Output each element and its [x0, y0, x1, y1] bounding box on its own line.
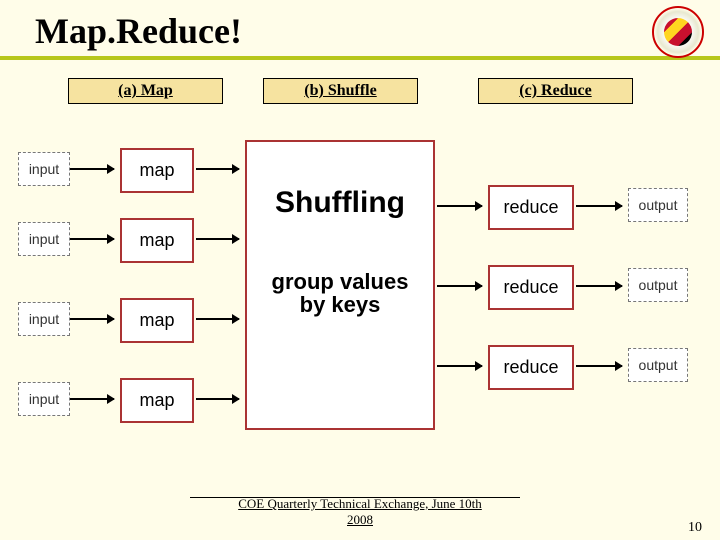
- umd-logo-seal: [664, 18, 692, 46]
- reduce-box: reduce: [488, 185, 574, 230]
- arrow-icon: [437, 285, 482, 287]
- arrow-icon: [70, 318, 114, 320]
- arrow-icon: [196, 318, 239, 320]
- arrow-icon: [437, 205, 482, 207]
- arrow-icon: [576, 285, 622, 287]
- reduce-box: reduce: [488, 265, 574, 310]
- output-box: output: [628, 188, 688, 222]
- arrow-icon: [70, 168, 114, 170]
- input-box: input: [18, 152, 70, 186]
- arrow-icon: [70, 398, 114, 400]
- reduce-box: reduce: [488, 345, 574, 390]
- map-box: map: [120, 218, 194, 263]
- footer-text: COE Quarterly Technical Exchange, June 1…: [0, 496, 720, 528]
- map-box: map: [120, 378, 194, 423]
- arrow-icon: [196, 168, 239, 170]
- shuffle-sub-line2: by keys: [300, 292, 381, 317]
- shuffle-title: Shuffling: [247, 186, 433, 220]
- input-box: input: [18, 302, 70, 336]
- slide-number: 10: [688, 520, 702, 536]
- arrow-icon: [576, 365, 622, 367]
- input-box: input: [18, 222, 70, 256]
- shuffle-box: Shuffling group values by keys: [245, 140, 435, 430]
- output-box: output: [628, 348, 688, 382]
- slide-title: Map.Reduce!: [35, 10, 242, 52]
- map-box: map: [120, 148, 194, 193]
- title-underline: [0, 56, 720, 60]
- umd-logo: [652, 6, 704, 58]
- arrow-icon: [196, 398, 239, 400]
- input-box: input: [18, 382, 70, 416]
- phase-label-reduce: (c) Reduce: [478, 78, 633, 104]
- footer-line1: COE Quarterly Technical Exchange, June 1…: [238, 496, 482, 511]
- map-box: map: [120, 298, 194, 343]
- arrow-icon: [576, 205, 622, 207]
- phase-label-shuffle: (b) Shuffle: [263, 78, 418, 104]
- phase-label-map: (a) Map: [68, 78, 223, 104]
- footer-line2: 2008: [347, 512, 373, 527]
- arrow-icon: [196, 238, 239, 240]
- shuffle-subtitle: group values by keys: [247, 270, 433, 316]
- shuffle-sub-line1: group values: [272, 269, 409, 294]
- arrow-icon: [437, 365, 482, 367]
- output-box: output: [628, 268, 688, 302]
- arrow-icon: [70, 238, 114, 240]
